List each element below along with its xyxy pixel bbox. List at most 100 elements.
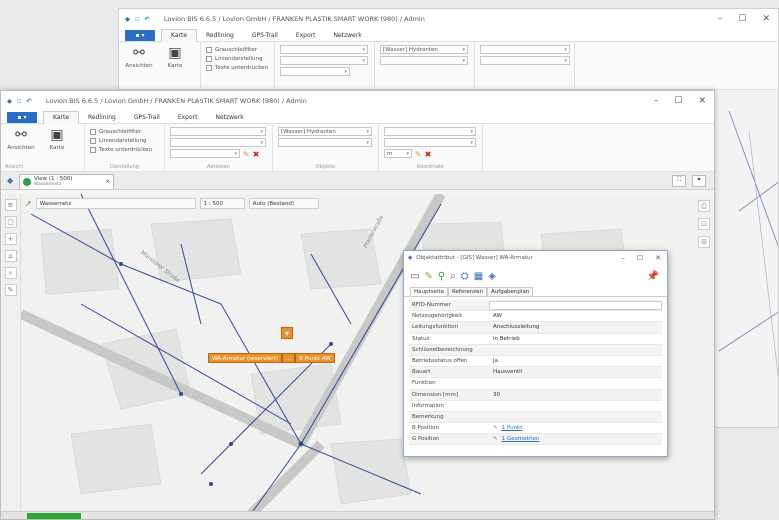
koordinate-x[interactable] bbox=[480, 45, 570, 54]
view-tab[interactable]: View (1 : 500) Wasserinetz × bbox=[19, 174, 114, 189]
report-icon[interactable]: ▦ bbox=[474, 271, 483, 282]
measure-icon[interactable]: ⊞ bbox=[698, 236, 710, 248]
maximize-button[interactable]: ☐ bbox=[674, 96, 682, 106]
koordinate-y[interactable] bbox=[384, 138, 476, 147]
adressen-combo-2[interactable] bbox=[170, 138, 266, 147]
feature-callout: WA-Armatur (reserviert) ... B Punkt AW bbox=[208, 353, 335, 363]
obj-maximize-button[interactable]: ☐ bbox=[637, 254, 643, 262]
table-row: Leitungsfunktion Anschlussleitung bbox=[409, 322, 662, 334]
pencil-icon[interactable]: ✎ bbox=[4, 284, 17, 296]
progress-bar bbox=[27, 513, 81, 519]
edit-icon[interactable]: ✎ bbox=[424, 271, 432, 282]
layers-icon[interactable]: ≡ bbox=[4, 199, 17, 211]
adressen-combo-1[interactable] bbox=[170, 127, 266, 136]
home-icon[interactable]: ⌂ bbox=[4, 250, 17, 262]
objekte-combo[interactable]: [Wasser] Hydranten bbox=[380, 45, 468, 54]
tab-hauptseite[interactable]: Hauptseite bbox=[410, 287, 448, 296]
table-row: Status in Betrieb bbox=[409, 334, 662, 345]
ansichten-button[interactable]: ⚯ Ansichten bbox=[6, 127, 36, 168]
save-icon[interactable]: ▭ bbox=[410, 271, 419, 282]
tab-netzwerk[interactable]: Netzwerk bbox=[206, 111, 252, 124]
tab-netzwerk[interactable]: Netzwerk bbox=[324, 29, 370, 42]
obj-close-button[interactable]: ✕ bbox=[655, 254, 661, 262]
unit-select[interactable]: m bbox=[384, 149, 412, 158]
window-title: Lovion BIS 6.6.5 / Lovion GmbH / FRANKEN… bbox=[45, 97, 307, 105]
location-icon[interactable]: ⚲ bbox=[438, 271, 445, 282]
tab-gps-trail[interactable]: GPS-Trail bbox=[125, 111, 169, 124]
adressen-combo-3[interactable] bbox=[170, 149, 240, 158]
select-icon[interactable]: ▢ bbox=[4, 216, 17, 228]
adressen-combo-2[interactable] bbox=[280, 56, 368, 65]
view-menu-icon[interactable]: ◆ bbox=[7, 176, 13, 185]
tab-gps-trail[interactable]: GPS-Trail bbox=[243, 29, 287, 42]
koordinate-x[interactable] bbox=[384, 127, 476, 136]
objekte-combo-2[interactable] bbox=[380, 56, 468, 65]
pin-coord-icon[interactable]: ✎ bbox=[415, 150, 422, 159]
table-row: Netzzugehörigkeit AW bbox=[409, 311, 662, 323]
table-row: Funktion bbox=[409, 378, 662, 390]
globe-icon bbox=[23, 178, 31, 186]
tab-karte[interactable]: Karte bbox=[161, 28, 198, 42]
grauschleier-checkbox[interactable]: Grauschleifilter bbox=[90, 127, 159, 136]
map-icon: ▣ bbox=[168, 45, 182, 61]
tab-karte[interactable]: Karte bbox=[43, 110, 80, 124]
object-tabs: Hauptseite Referenzen Aufgabenplan bbox=[404, 287, 667, 297]
koordinate-y[interactable] bbox=[480, 56, 570, 65]
pin-icon[interactable]: ✎ bbox=[243, 150, 250, 159]
export-icon[interactable]: ◈ bbox=[488, 271, 496, 282]
undo-icon: ↶ bbox=[26, 97, 32, 105]
close-button[interactable]: ✕ bbox=[762, 14, 770, 24]
table-row: B Position ✎ 1 Punkt bbox=[409, 423, 662, 435]
objekte-combo-2[interactable] bbox=[278, 138, 372, 147]
objekte-combo[interactable]: [Wasser] Hydranten bbox=[278, 127, 372, 136]
selection-marker[interactable]: ▾ bbox=[281, 327, 293, 339]
liniendarstellung-checkbox[interactable]: Liniendarstellung bbox=[90, 136, 159, 145]
group-label-adressen: Adressen bbox=[207, 164, 230, 170]
tab-redlining[interactable]: Redlining bbox=[79, 111, 125, 124]
search-icon[interactable]: ⌕ bbox=[450, 271, 456, 282]
fullscreen-icon[interactable]: ⛶ bbox=[672, 175, 686, 187]
clear-coord-icon[interactable]: ✖ bbox=[425, 150, 432, 159]
minimize-button[interactable]: – bbox=[654, 96, 659, 106]
b-position-link[interactable]: 1 Punkt bbox=[498, 425, 662, 431]
left-tool-panel: ≡ ▢ + ⌂ ⌕ ✎ bbox=[1, 194, 21, 514]
arrow-icon[interactable]: ➚ bbox=[25, 199, 32, 208]
rfid-input[interactable] bbox=[489, 300, 662, 310]
tab-aufgabenplan[interactable]: Aufgabenplan bbox=[487, 287, 534, 296]
file-button[interactable]: ▪ ▾ bbox=[7, 111, 37, 123]
bg-ribbon: ⚯ Ansichten ▣ Karte Grauschleifilter Linien… bbox=[119, 42, 778, 90]
zoom-in-icon[interactable]: + bbox=[4, 233, 17, 245]
pin-icon[interactable]: 📌 bbox=[647, 271, 659, 282]
minimize-button[interactable]: – bbox=[718, 14, 723, 24]
texte-checkbox[interactable]: Texte unterdrücken bbox=[206, 63, 269, 72]
karte-button[interactable]: ▣ Karte bbox=[160, 45, 190, 86]
liniendarstellung-checkbox[interactable]: Liniendarstellung bbox=[206, 54, 269, 63]
tab-redlining[interactable]: Redlining bbox=[197, 29, 243, 42]
lock-icon[interactable]: ⊡ bbox=[698, 218, 710, 230]
clear-icon[interactable]: ✖ bbox=[253, 150, 260, 159]
close-button[interactable]: ✕ bbox=[698, 96, 706, 106]
print-icon[interactable]: ⎙ bbox=[698, 200, 710, 212]
mode-input[interactable]: Auto (Bestand) bbox=[248, 197, 319, 209]
tab-export[interactable]: Export bbox=[169, 111, 207, 124]
search-icon[interactable]: ⌕ bbox=[4, 267, 17, 279]
chevron-down-icon[interactable]: ▾ bbox=[692, 175, 706, 187]
close-tab-icon[interactable]: × bbox=[105, 179, 110, 185]
file-button[interactable]: ▪ ▾ bbox=[125, 29, 155, 41]
maximize-button[interactable]: ☐ bbox=[738, 14, 746, 24]
grauschleier-checkbox[interactable]: Grauschleifilter bbox=[206, 45, 269, 54]
ansichten-button[interactable]: ⚯ Ansichten bbox=[124, 45, 154, 86]
tab-referenzen[interactable]: Referenzen bbox=[447, 287, 488, 296]
adressen-combo-3[interactable] bbox=[280, 67, 350, 76]
adressen-combo-1[interactable] bbox=[280, 45, 368, 54]
g-position-link[interactable]: 1 Geometrien bbox=[498, 436, 662, 442]
link-icon[interactable]: ⛭ bbox=[461, 271, 469, 282]
obj-minimize-button[interactable]: – bbox=[621, 254, 625, 262]
scale-input[interactable]: 1 : 500 bbox=[199, 197, 245, 209]
tab-export[interactable]: Export bbox=[287, 29, 325, 42]
layer-input[interactable]: Wassernetz bbox=[35, 197, 196, 209]
texte-checkbox[interactable]: Texte unterdrücken bbox=[90, 145, 159, 154]
karte-button[interactable]: ▣ Karte bbox=[42, 127, 72, 168]
undo-icon: ↶ bbox=[144, 15, 150, 23]
object-attributes-window: ◆ Objektattribut - [GIS] Wasser] WA-Arma… bbox=[403, 250, 668, 457]
